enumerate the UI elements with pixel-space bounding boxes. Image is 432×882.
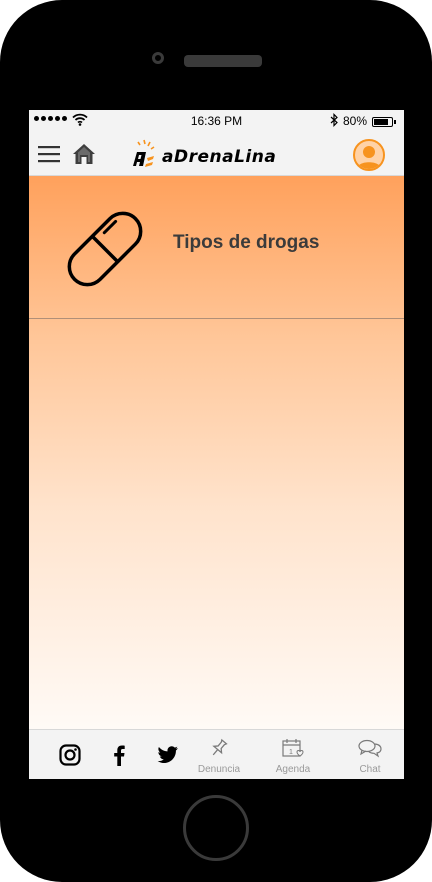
main-content: Tipos de drogas xyxy=(29,176,404,729)
hardware-home-button[interactable] xyxy=(183,795,249,861)
tab-agenda[interactable]: 1 Agenda xyxy=(262,738,324,775)
facebook-icon[interactable] xyxy=(113,744,125,766)
status-bar: 16:36 PM 80% xyxy=(29,110,404,132)
user-avatar-icon xyxy=(357,146,381,169)
calendar-heart-icon: 1 xyxy=(282,739,304,757)
svg-text:1: 1 xyxy=(289,749,293,756)
battery-icon xyxy=(372,117,396,127)
tab-label-denuncia: Denuncia xyxy=(197,764,241,775)
app-header: aDrenaLina xyxy=(29,132,404,176)
category-item-drug-types[interactable]: Tipos de drogas xyxy=(29,176,404,319)
tab-label-agenda: Agenda xyxy=(275,764,311,775)
front-camera xyxy=(152,52,164,64)
tab-denuncia[interactable]: Denuncia xyxy=(188,738,250,775)
pill-capsule-icon xyxy=(67,211,143,287)
logo-wordmark: aDrenaLina xyxy=(162,147,277,167)
pushpin-icon xyxy=(212,738,228,756)
earpiece-speaker xyxy=(184,55,262,67)
app-logo: aDrenaLina xyxy=(126,138,277,172)
tab-label-chat: Chat xyxy=(359,764,381,775)
twitter-icon[interactable] xyxy=(157,746,179,764)
battery-percentage: 80% xyxy=(343,114,368,128)
category-label: Tipos de drogas xyxy=(173,232,320,253)
phone-frame: 16:36 PM 80% aDrenaLina Tipos de drogas … xyxy=(0,0,432,882)
hamburger-menu-icon[interactable] xyxy=(38,145,60,163)
instagram-icon[interactable] xyxy=(59,744,81,766)
app-screen: 16:36 PM 80% aDrenaLina Tipos de drogas … xyxy=(29,110,404,779)
chat-bubbles-icon xyxy=(358,739,382,758)
bottom-navigation-bar: Denuncia 1 Agenda Chat xyxy=(29,729,404,779)
home-icon[interactable] xyxy=(72,143,96,165)
bluetooth-icon xyxy=(330,113,338,127)
logo-mark-icon xyxy=(133,139,155,167)
tab-chat[interactable]: Chat xyxy=(339,738,401,775)
profile-avatar-button[interactable] xyxy=(353,139,385,171)
